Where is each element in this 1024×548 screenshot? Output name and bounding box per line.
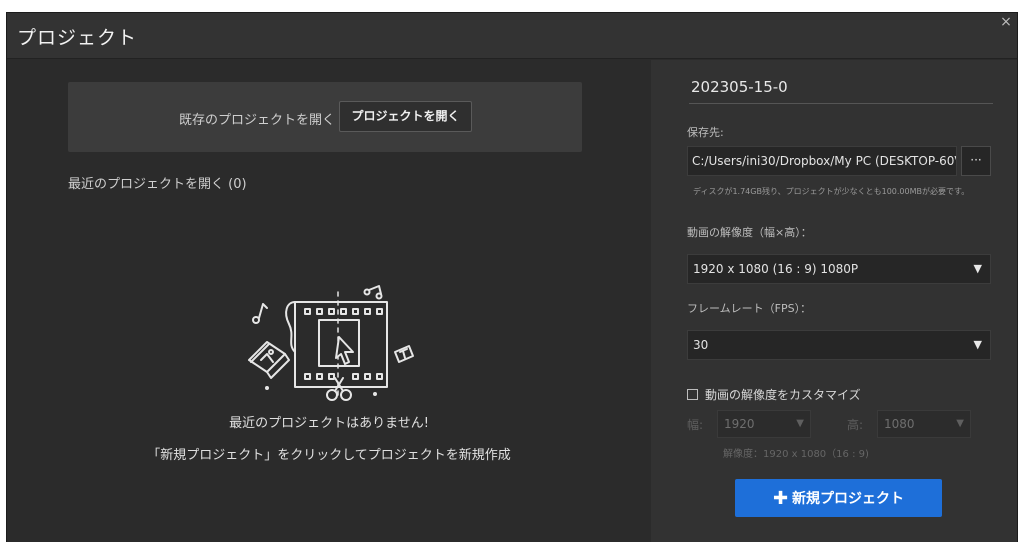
new-project-label: 新規プロジェクト xyxy=(792,491,905,507)
plus-icon: ✚ xyxy=(772,487,789,509)
width-value: 1920 xyxy=(724,417,755,431)
height-label: 高: xyxy=(847,418,864,432)
disk-space-note: ディスクが1.74GB残り、プロジェクトが少なくとも100.00MBが必要です。 xyxy=(693,187,970,196)
resolution-value: 1920 x 1080 (16 : 9) 1080P xyxy=(693,262,859,276)
new-project-button[interactable]: ✚ 新規プロジェクト xyxy=(735,479,942,517)
height-value: 1080 xyxy=(884,417,915,431)
open-existing-label: 既存のプロジェクトを開く xyxy=(179,113,336,128)
fps-value: 30 xyxy=(693,338,709,352)
no-recent-message: 最近のプロジェクトはありません! xyxy=(229,416,429,431)
recent-projects-title: 最近のプロジェクトを開く (0) xyxy=(68,177,247,192)
dialog-title: プロジェクト xyxy=(17,27,138,49)
chevron-down-icon: ▼ xyxy=(956,418,964,429)
width-select: 1920 ▼ xyxy=(717,410,811,438)
project-name-field[interactable]: 202305-15-0 xyxy=(689,70,993,104)
empty-projects-illustration-icon xyxy=(248,285,414,401)
fps-select[interactable]: 30 ▼ xyxy=(687,330,991,360)
create-project-hint: 「新規プロジェクト」をクリックしてプロジェクトを新規作成 xyxy=(147,448,511,463)
save-path-input[interactable]: C:/Users/ini30/Dropbox/My PC (DESKTOP-60… xyxy=(687,146,957,176)
left-panel: 既存のプロジェクトを開く プロジェクトを開く 最近のプロジェクトを開く (0) xyxy=(7,60,651,542)
fps-label: フレームレート（FPS）： xyxy=(687,302,812,315)
open-existing-box: 既存のプロジェクトを開く プロジェクトを開く xyxy=(68,82,582,152)
save-location-label: 保存先: xyxy=(687,126,724,139)
custom-resolution-toggle[interactable]: 動画の解像度をカスタマイズ xyxy=(687,386,861,403)
chevron-down-icon: ▼ xyxy=(796,418,804,429)
chevron-down-icon: ▼ xyxy=(973,262,982,275)
close-icon[interactable]: × xyxy=(997,13,1015,31)
width-label: 幅: xyxy=(687,418,704,432)
open-project-button[interactable]: プロジェクトを開く xyxy=(339,101,472,132)
chevron-down-icon: ▼ xyxy=(973,338,982,351)
custom-resolution-checkbox[interactable] xyxy=(687,389,698,400)
browse-button[interactable]: ··· xyxy=(961,146,991,176)
resolution-label: 動画の解像度（幅×高）： xyxy=(687,226,812,239)
custom-resolution-label: 動画の解像度をカスタマイズ xyxy=(705,388,861,402)
title-bar: プロジェクト × xyxy=(7,13,1017,59)
project-dialog: プロジェクト × 既存のプロジェクトを開く プロジェクトを開く 最近のプロジェク… xyxy=(6,12,1018,542)
resolution-select[interactable]: 1920 x 1080 (16 : 9) 1080P ▼ xyxy=(687,254,991,284)
right-panel: 202305-15-0 保存先: C:/Users/ini30/Dropbox/… xyxy=(651,60,1017,542)
height-select: 1080 ▼ xyxy=(877,410,971,438)
resolution-info: 解像度：1920 x 1080（16 : 9) xyxy=(723,449,869,460)
